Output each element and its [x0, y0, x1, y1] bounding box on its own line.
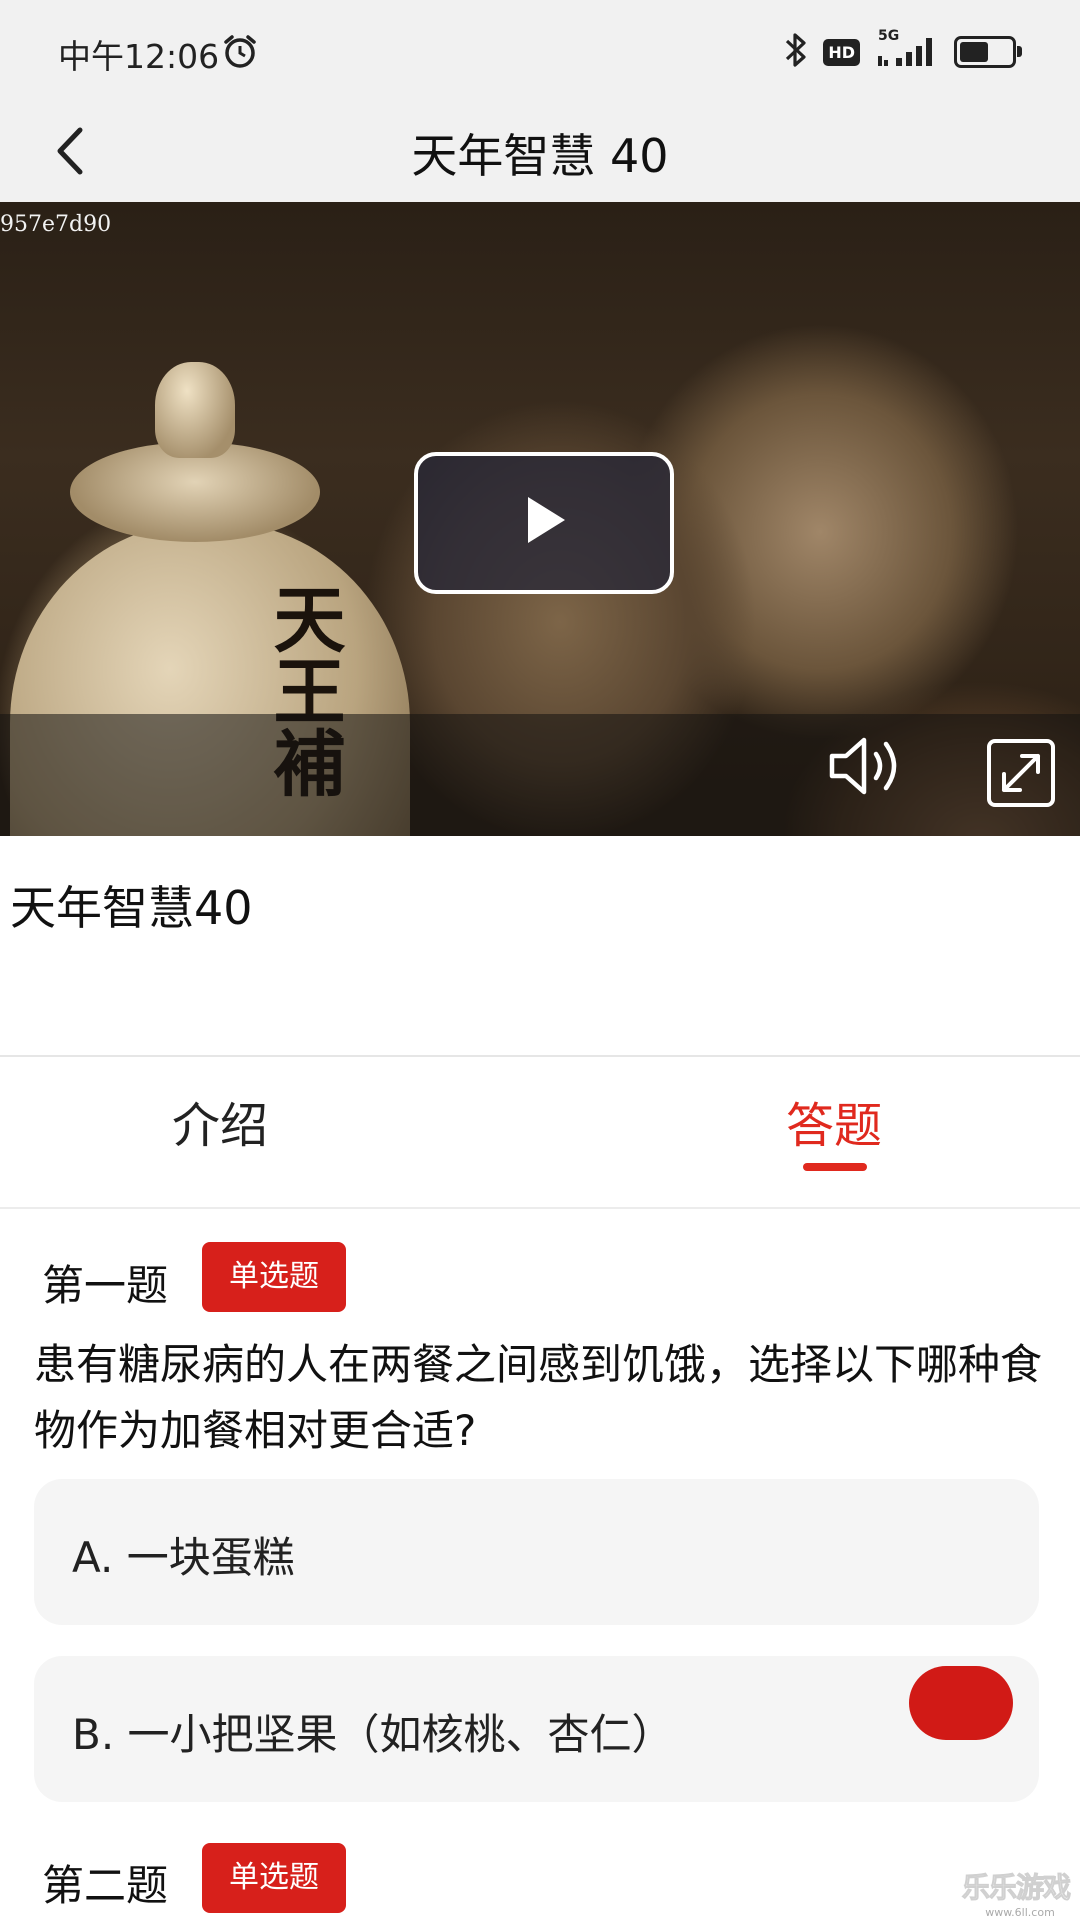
option-label: A. 一块蛋糕 — [72, 1533, 295, 1582]
alarm-icon — [222, 34, 258, 74]
bluetooth-icon — [783, 30, 809, 74]
watermark-text: 乐乐游戏 — [962, 1871, 1072, 1905]
status-bar: 中午12:06 HD 5G — [0, 0, 1080, 100]
question-type-badge: 单选题 — [202, 1843, 346, 1913]
question-type-badge: 单选题 — [202, 1242, 346, 1312]
active-tab-indicator — [803, 1163, 867, 1171]
option-a[interactable]: A. 一块蛋糕 — [34, 1479, 1039, 1625]
video-player[interactable]: 天王補 957e7d90 — [0, 202, 1080, 836]
volume-icon — [829, 737, 897, 795]
question-number: 第一题 — [42, 1261, 169, 1310]
selected-indicator — [909, 1666, 1013, 1740]
video-title: 天年智慧40 — [10, 881, 253, 935]
status-icons: HD 5G — [783, 28, 1022, 74]
divider — [0, 1055, 1080, 1057]
signal-5g-icon: 5G — [874, 28, 940, 72]
option-b[interactable]: B. 一小把坚果（如核桃、杏仁） — [34, 1656, 1039, 1802]
video-overlay-code: 957e7d90 — [0, 212, 112, 237]
battery-icon — [954, 36, 1022, 68]
fullscreen-button[interactable] — [986, 738, 1056, 812]
question-number: 第二题 — [42, 1861, 169, 1910]
tab-intro[interactable]: 介绍 — [172, 1086, 268, 1156]
divider — [0, 1207, 1080, 1209]
option-label: B. 一小把坚果（如核桃、杏仁） — [72, 1710, 674, 1759]
video-controls — [0, 714, 1080, 836]
top-bar: 天年智慧 40 — [0, 100, 1080, 202]
battery-level — [960, 42, 988, 62]
page-title: 天年智慧 40 — [411, 129, 669, 183]
watermark-url: www.6ll.com — [985, 1906, 1055, 1919]
hd-icon: HD — [823, 38, 860, 66]
tab-answer[interactable]: 答题 — [786, 1086, 882, 1156]
play-button[interactable] — [414, 452, 674, 594]
status-time: 中午12:06 — [58, 37, 220, 76]
watermark-logo: 乐乐游戏 www.6ll.com — [962, 1866, 1078, 1920]
question-text: 患有糖尿病的人在两餐之间感到饥饿，选择以下哪种食物作为加餐相对更合适? — [34, 1340, 1043, 1455]
play-icon — [528, 497, 565, 543]
volume-button[interactable] — [826, 734, 908, 802]
video-frame-jar-knob — [155, 362, 235, 458]
fullscreen-icon — [987, 739, 1055, 807]
